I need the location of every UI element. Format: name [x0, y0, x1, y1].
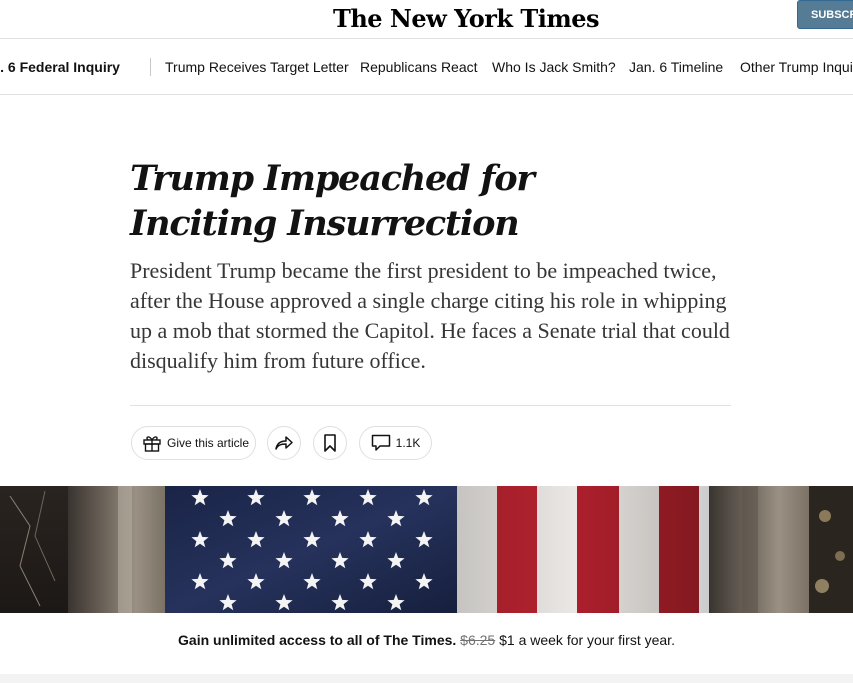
bookmark-icon — [324, 434, 336, 452]
share-button[interactable] — [267, 426, 301, 460]
save-button[interactable] — [313, 426, 347, 460]
nyt-logo[interactable]: The New York Times — [333, 4, 600, 33]
promo-old-price: $6.25 — [460, 632, 496, 648]
subscription-promo[interactable]: Gain unlimited access to all of The Time… — [0, 632, 853, 648]
comment-icon — [371, 434, 391, 452]
nav-primary-topic[interactable]: Jan. 6 Federal Inquiry — [0, 59, 120, 75]
subscribe-button[interactable]: SUBSCRIBE — [797, 0, 853, 29]
promo-offer: $1 a week for your first year. — [499, 632, 675, 648]
nav-divider — [150, 58, 151, 76]
masthead: The New York Times SUBSCRIBE — [0, 0, 853, 38]
nav-item-jack-smith[interactable]: Who Is Jack Smith? — [492, 59, 616, 75]
promo-lead: Gain unlimited access to all of The Time… — [178, 632, 457, 648]
gift-article-button[interactable]: Give this article — [131, 426, 256, 460]
bottom-strip — [0, 674, 853, 683]
article-summary: President Trump became the first preside… — [130, 258, 730, 373]
comment-count: 1.1K — [395, 436, 421, 450]
hero-image-flag — [0, 486, 853, 613]
gift-button-label: Give this article — [166, 436, 250, 450]
divider — [130, 405, 731, 406]
gift-icon — [142, 434, 162, 452]
nav-item-target-letter[interactable]: Trump Receives Target Letter — [165, 59, 349, 75]
nav-item-other-inquiries[interactable]: Other Trump Inquiries — [740, 59, 853, 75]
nav-item-republicans-react[interactable]: Republicans React — [360, 59, 478, 75]
article-headline: Trump Impeached for Inciting Insurrectio… — [130, 158, 535, 244]
share-icon — [274, 435, 294, 451]
comments-button[interactable]: 1.1K — [359, 426, 432, 460]
nav-item-timeline[interactable]: Jan. 6 Timeline — [629, 59, 723, 75]
topic-nav: Jan. 6 Federal Inquiry Trump Receives Ta… — [0, 38, 853, 95]
